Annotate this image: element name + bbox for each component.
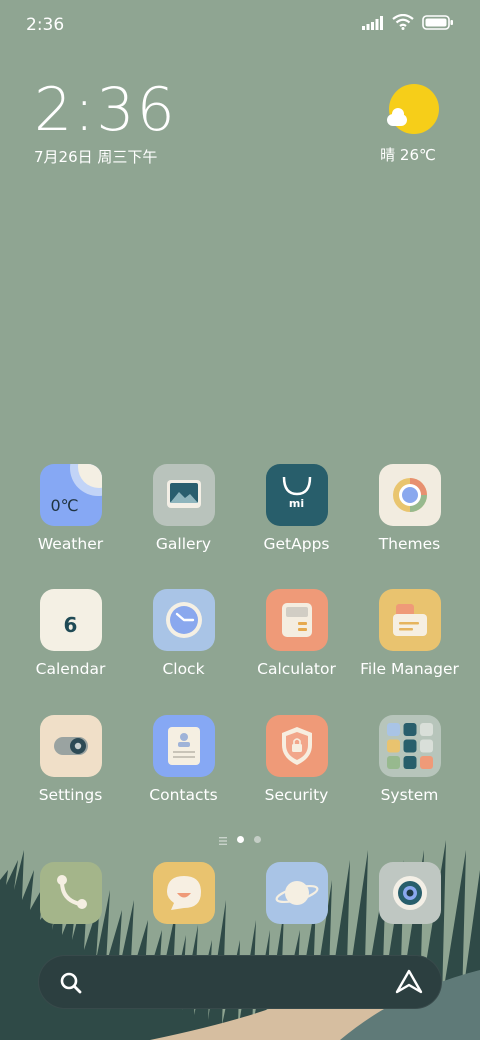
app-weather[interactable]: 0℃ Weather xyxy=(14,464,127,553)
security-icon xyxy=(265,715,328,777)
app-calculator[interactable]: Calculator xyxy=(240,589,353,678)
gallery-icon xyxy=(152,464,215,526)
weather-widget[interactable]: 晴 26℃ xyxy=(380,84,444,165)
widget-date: 7月26日 周三下午 xyxy=(34,148,158,166)
signal-icon xyxy=(362,15,384,34)
clock-widget[interactable]: 2:36 7月26日 周三下午 xyxy=(34,78,177,167)
app-label: Security xyxy=(264,786,329,804)
calculator-icon xyxy=(265,589,328,651)
app-label: Contacts xyxy=(149,786,218,804)
app-label: Gallery xyxy=(155,535,212,553)
calendar-icon: 6 xyxy=(39,589,102,651)
app-label: Themes xyxy=(378,535,441,553)
dock-phone[interactable] xyxy=(14,862,127,924)
weather-icon: 0℃ xyxy=(39,464,102,526)
battery-icon xyxy=(422,14,454,34)
folder-system[interactable]: System xyxy=(353,715,466,804)
app-themes[interactable]: Themes xyxy=(353,464,466,553)
system-folder-icon xyxy=(378,715,441,777)
app-label: Calendar xyxy=(35,660,106,678)
settings-icon xyxy=(39,715,102,777)
app-label: File Manager xyxy=(360,660,459,678)
status-time: 2:36 xyxy=(26,15,65,35)
app-clock[interactable]: Clock xyxy=(127,589,240,678)
status-bar: 2:36 xyxy=(0,0,480,50)
search-icon xyxy=(59,971,83,999)
assistant-icon[interactable] xyxy=(395,969,423,999)
app-label: Calculator xyxy=(257,660,336,678)
wifi-icon xyxy=(392,13,414,34)
app-gallery[interactable]: Gallery xyxy=(127,464,240,553)
dock-messaging[interactable] xyxy=(127,862,240,924)
widget-time: 2:36 xyxy=(34,75,177,145)
themes-icon xyxy=(378,464,441,526)
contacts-icon xyxy=(152,715,215,777)
planet-icon xyxy=(265,862,328,924)
app-getapps[interactable]: mi GetApps xyxy=(240,464,353,553)
phone-icon xyxy=(39,862,102,924)
clock-icon xyxy=(152,589,215,651)
app-label: System xyxy=(380,786,439,804)
dock-browser[interactable] xyxy=(240,862,353,924)
message-icon xyxy=(152,862,215,924)
app-calendar[interactable]: 6 Calendar xyxy=(14,589,127,678)
app-label: GetApps xyxy=(263,535,330,553)
camera-icon xyxy=(378,862,441,924)
folder-icon xyxy=(378,589,441,651)
app-settings[interactable]: Settings xyxy=(14,715,127,804)
status-icons xyxy=(362,13,454,34)
weather-summary: 晴 26℃ xyxy=(380,146,436,164)
app-file-manager[interactable]: File Manager xyxy=(353,589,466,678)
getapps-icon: mi xyxy=(265,464,328,526)
app-label: Clock xyxy=(162,660,205,678)
app-label: Settings xyxy=(38,786,103,804)
app-contacts[interactable]: Contacts xyxy=(127,715,240,804)
app-label: Weather xyxy=(37,535,104,553)
search-bar[interactable] xyxy=(38,955,442,1009)
sun-cloud-icon xyxy=(387,84,439,134)
dock-camera[interactable] xyxy=(353,862,466,924)
app-security[interactable]: Security xyxy=(240,715,353,804)
